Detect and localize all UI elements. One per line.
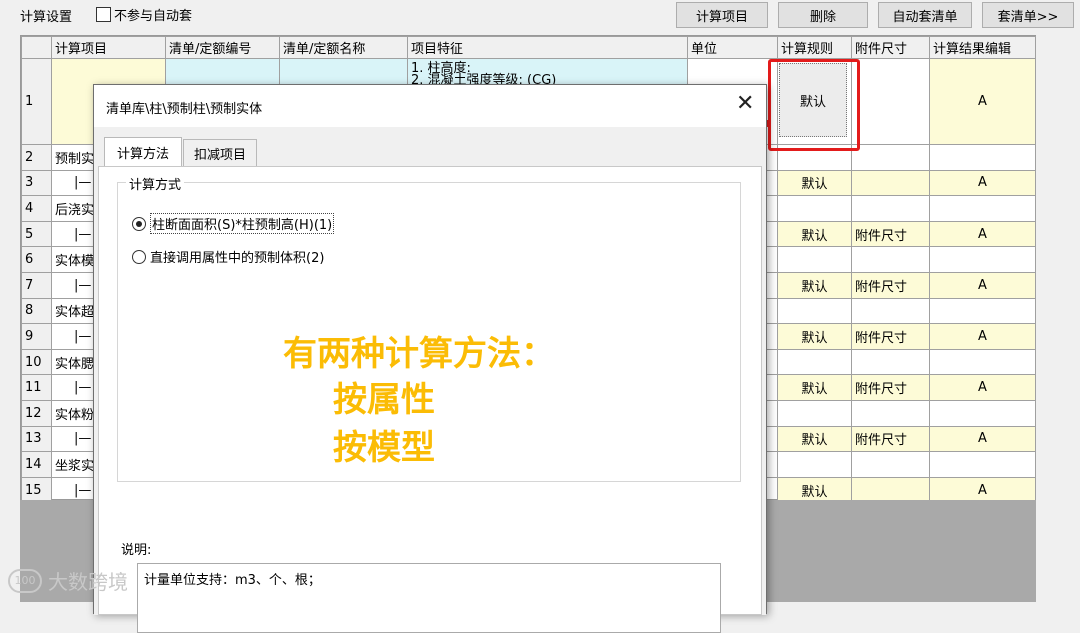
tab-calc-method[interactable]: 计算方法 xyxy=(104,137,182,166)
row-number: 15 xyxy=(21,476,52,504)
cell-result[interactable]: A xyxy=(929,476,1036,504)
annotation-line2: 按属性 xyxy=(333,380,435,420)
checkbox-label: 不参与自动套 xyxy=(114,9,193,24)
watermark: 100 大数跨境 xyxy=(8,566,128,595)
header-rownum xyxy=(21,36,52,59)
cell-rule[interactable]: 默认 xyxy=(777,169,852,197)
row-number: 6 xyxy=(21,246,52,273)
delete-button[interactable]: 删除 xyxy=(778,2,868,28)
cell-attach[interactable]: 附件尺寸 xyxy=(851,323,930,350)
radio-unchecked-icon[interactable] xyxy=(132,249,146,264)
cell-rule[interactable]: 默认 xyxy=(777,425,852,453)
header-feature[interactable]: 项目特征 xyxy=(407,36,688,59)
cell-attach[interactable] xyxy=(851,195,930,222)
cell-rule[interactable] xyxy=(777,399,852,427)
calc-settings-label: 计算设置 xyxy=(20,10,73,25)
header-calc-item[interactable]: 计算项目 xyxy=(51,36,166,59)
apply-list-button[interactable]: 套清单>> xyxy=(982,2,1074,28)
row-number: 9 xyxy=(21,323,52,350)
radio-label: 柱断面面积(S)*柱预制高(H)(1) xyxy=(150,213,335,234)
cell-result[interactable]: A xyxy=(929,169,1036,197)
dialog-title: 清单库\柱\预制柱\预制实体 xyxy=(106,102,263,117)
description-box: 计量单位支持：m3、个、根； xyxy=(137,563,721,633)
row-number: 4 xyxy=(21,195,52,222)
row-number: 3 xyxy=(21,169,52,197)
cell-result[interactable]: A xyxy=(929,271,1036,299)
right-panel xyxy=(1036,30,1080,602)
cell-rule[interactable] xyxy=(777,297,852,325)
header-attach[interactable]: 附件尺寸 xyxy=(851,36,930,59)
cell-result[interactable] xyxy=(929,297,1036,325)
row-number: 12 xyxy=(21,399,52,427)
cell-rule[interactable] xyxy=(777,195,852,222)
cell-rule[interactable]: 默认 xyxy=(777,374,852,401)
row-number: 7 xyxy=(21,271,52,299)
cell-result[interactable]: A xyxy=(929,58,1036,145)
cell-attach[interactable] xyxy=(851,169,930,197)
cell-result[interactable] xyxy=(929,144,1036,171)
radio-property-volume[interactable]: 直接调用属性中的预制体积(2) xyxy=(132,247,324,266)
group-title: 计算方式 xyxy=(126,174,185,193)
cell-attach[interactable] xyxy=(851,297,930,325)
cell-rule[interactable] xyxy=(777,451,852,478)
cell-rule[interactable]: 默认 xyxy=(777,323,852,350)
row-number: 10 xyxy=(21,348,52,376)
watermark-text: 大数跨境 xyxy=(48,570,128,594)
toolbar: 计算设置 不参与自动套 计算项目 删除 自动套清单 套清单>> xyxy=(0,0,1080,30)
grid-header-row: 计算项目 清单/定额编号 清单/定额名称 项目特征 单位 计算规则 附件尺寸 计… xyxy=(21,36,1036,59)
cell-attach[interactable]: 附件尺寸 xyxy=(851,374,930,401)
cell-attach[interactable] xyxy=(851,399,930,427)
annotation-line1: 有两种计算方法： xyxy=(283,334,555,374)
cell-rule[interactable]: 默认 xyxy=(777,220,852,248)
cell-rule[interactable]: 默认 xyxy=(777,271,852,299)
row-number: 13 xyxy=(21,425,52,453)
checkbox-box[interactable] xyxy=(96,7,111,22)
cell-result[interactable] xyxy=(929,246,1036,273)
header-name[interactable]: 清单/定额名称 xyxy=(279,36,408,59)
cell-result[interactable]: A xyxy=(929,220,1036,248)
auto-apply-list-button[interactable]: 自动套清单 xyxy=(878,2,972,28)
header-code[interactable]: 清单/定额编号 xyxy=(165,36,280,59)
cell-attach[interactable] xyxy=(851,246,930,273)
cell-attach[interactable] xyxy=(851,476,930,504)
header-rule[interactable]: 计算规则 xyxy=(777,36,852,59)
radio-section-area[interactable]: 柱断面面积(S)*柱预制高(H)(1) xyxy=(132,213,335,234)
cell-result[interactable] xyxy=(929,399,1036,427)
cell-attach[interactable] xyxy=(851,58,930,145)
cell-attach[interactable] xyxy=(851,348,930,376)
cell-result[interactable] xyxy=(929,451,1036,478)
cell-attach[interactable]: 附件尺寸 xyxy=(851,425,930,453)
cell-rule[interactable] xyxy=(777,246,852,273)
row-number: 11 xyxy=(21,374,52,401)
calc-item-button[interactable]: 计算项目 xyxy=(676,2,768,28)
radio-label: 直接调用属性中的预制体积(2) xyxy=(150,251,325,266)
cell-attach[interactable]: 附件尺寸 xyxy=(851,220,930,248)
row-number: 1 xyxy=(21,58,52,145)
cell-result[interactable]: A xyxy=(929,374,1036,401)
cell-result[interactable]: A xyxy=(929,323,1036,350)
tab-deduct-items[interactable]: 扣减项目 xyxy=(183,139,257,167)
no-auto-apply-checkbox[interactable]: 不参与自动套 xyxy=(96,5,192,24)
header-result[interactable]: 计算结果编辑 xyxy=(929,36,1036,59)
cell-attach[interactable] xyxy=(851,144,930,171)
row-number: 8 xyxy=(21,297,52,325)
cell-rule[interactable]: 默认 xyxy=(777,476,852,504)
cell-result[interactable] xyxy=(929,195,1036,222)
row-number: 14 xyxy=(21,451,52,478)
cell-result[interactable]: A xyxy=(929,425,1036,453)
cell-attach[interactable] xyxy=(851,451,930,478)
highlight-box xyxy=(768,59,860,151)
row-number: 2 xyxy=(21,144,52,171)
header-unit[interactable]: 单位 xyxy=(687,36,778,59)
cell-result[interactable] xyxy=(929,348,1036,376)
close-icon[interactable]: ✕ xyxy=(736,93,754,115)
annotation-line3: 按模型 xyxy=(333,428,435,468)
cell-rule[interactable] xyxy=(777,348,852,376)
cell-attach[interactable]: 附件尺寸 xyxy=(851,271,930,299)
radio-checked-icon[interactable] xyxy=(132,216,146,231)
watermark-logo-icon: 100 xyxy=(8,568,42,593)
row-number: 5 xyxy=(21,220,52,248)
description-label: 说明: xyxy=(121,543,152,558)
